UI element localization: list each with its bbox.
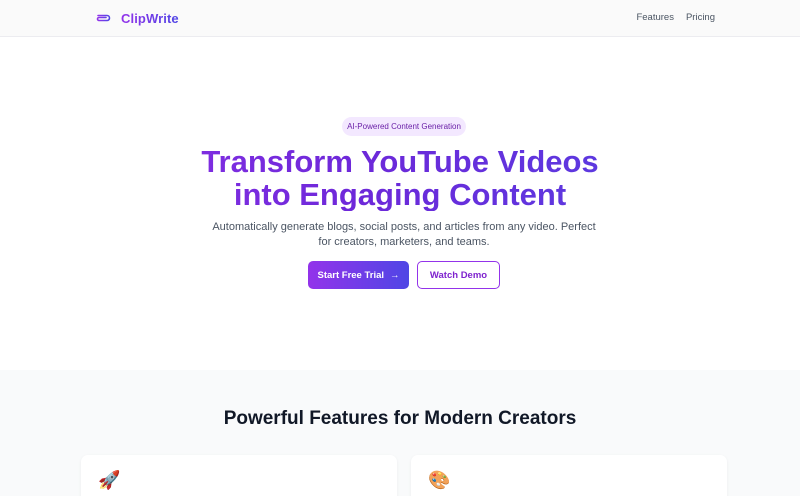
feature-card: 🎨 [411, 455, 727, 496]
main-nav: Features Pricing [636, 12, 715, 23]
paperclip-icon [96, 14, 111, 22]
brand-logo[interactable]: ClipWrite [95, 10, 179, 26]
hero-badge: AI-Powered Content Generation [342, 117, 466, 136]
palette-icon: 🎨 [428, 470, 451, 490]
features-title: Powerful Features for Modern Creators [223, 408, 577, 429]
hero-section: AI-Powered Content Generation Transform … [0, 37, 800, 370]
nav-link-pricing[interactable]: Pricing [686, 12, 715, 23]
hero-headline: Transform YouTube Videos into Engaging C… [0, 145, 800, 211]
watch-demo-button[interactable]: Watch Demo [417, 261, 500, 289]
feature-card: 🚀 [81, 455, 397, 496]
arrow-right-icon: → [390, 269, 400, 281]
hero-headline-line-1: Transform YouTube Videos [0, 145, 800, 178]
features-section: Powerful Features for Modern Creators 🚀 … [0, 370, 800, 496]
rocket-icon: 🚀 [98, 470, 121, 490]
start-free-trial-button[interactable]: Start Free Trial → [308, 261, 409, 289]
brand-name: ClipWrite [121, 10, 179, 26]
hero-subtext: Automatically generate blogs, social pos… [212, 221, 596, 248]
top-nav-bar: ClipWrite Features Pricing [0, 0, 800, 37]
hero-headline-line-2: into Engaging Content [0, 178, 800, 211]
start-free-trial-label: Start Free Trial [317, 269, 385, 281]
nav-link-features[interactable]: Features [636, 12, 674, 23]
